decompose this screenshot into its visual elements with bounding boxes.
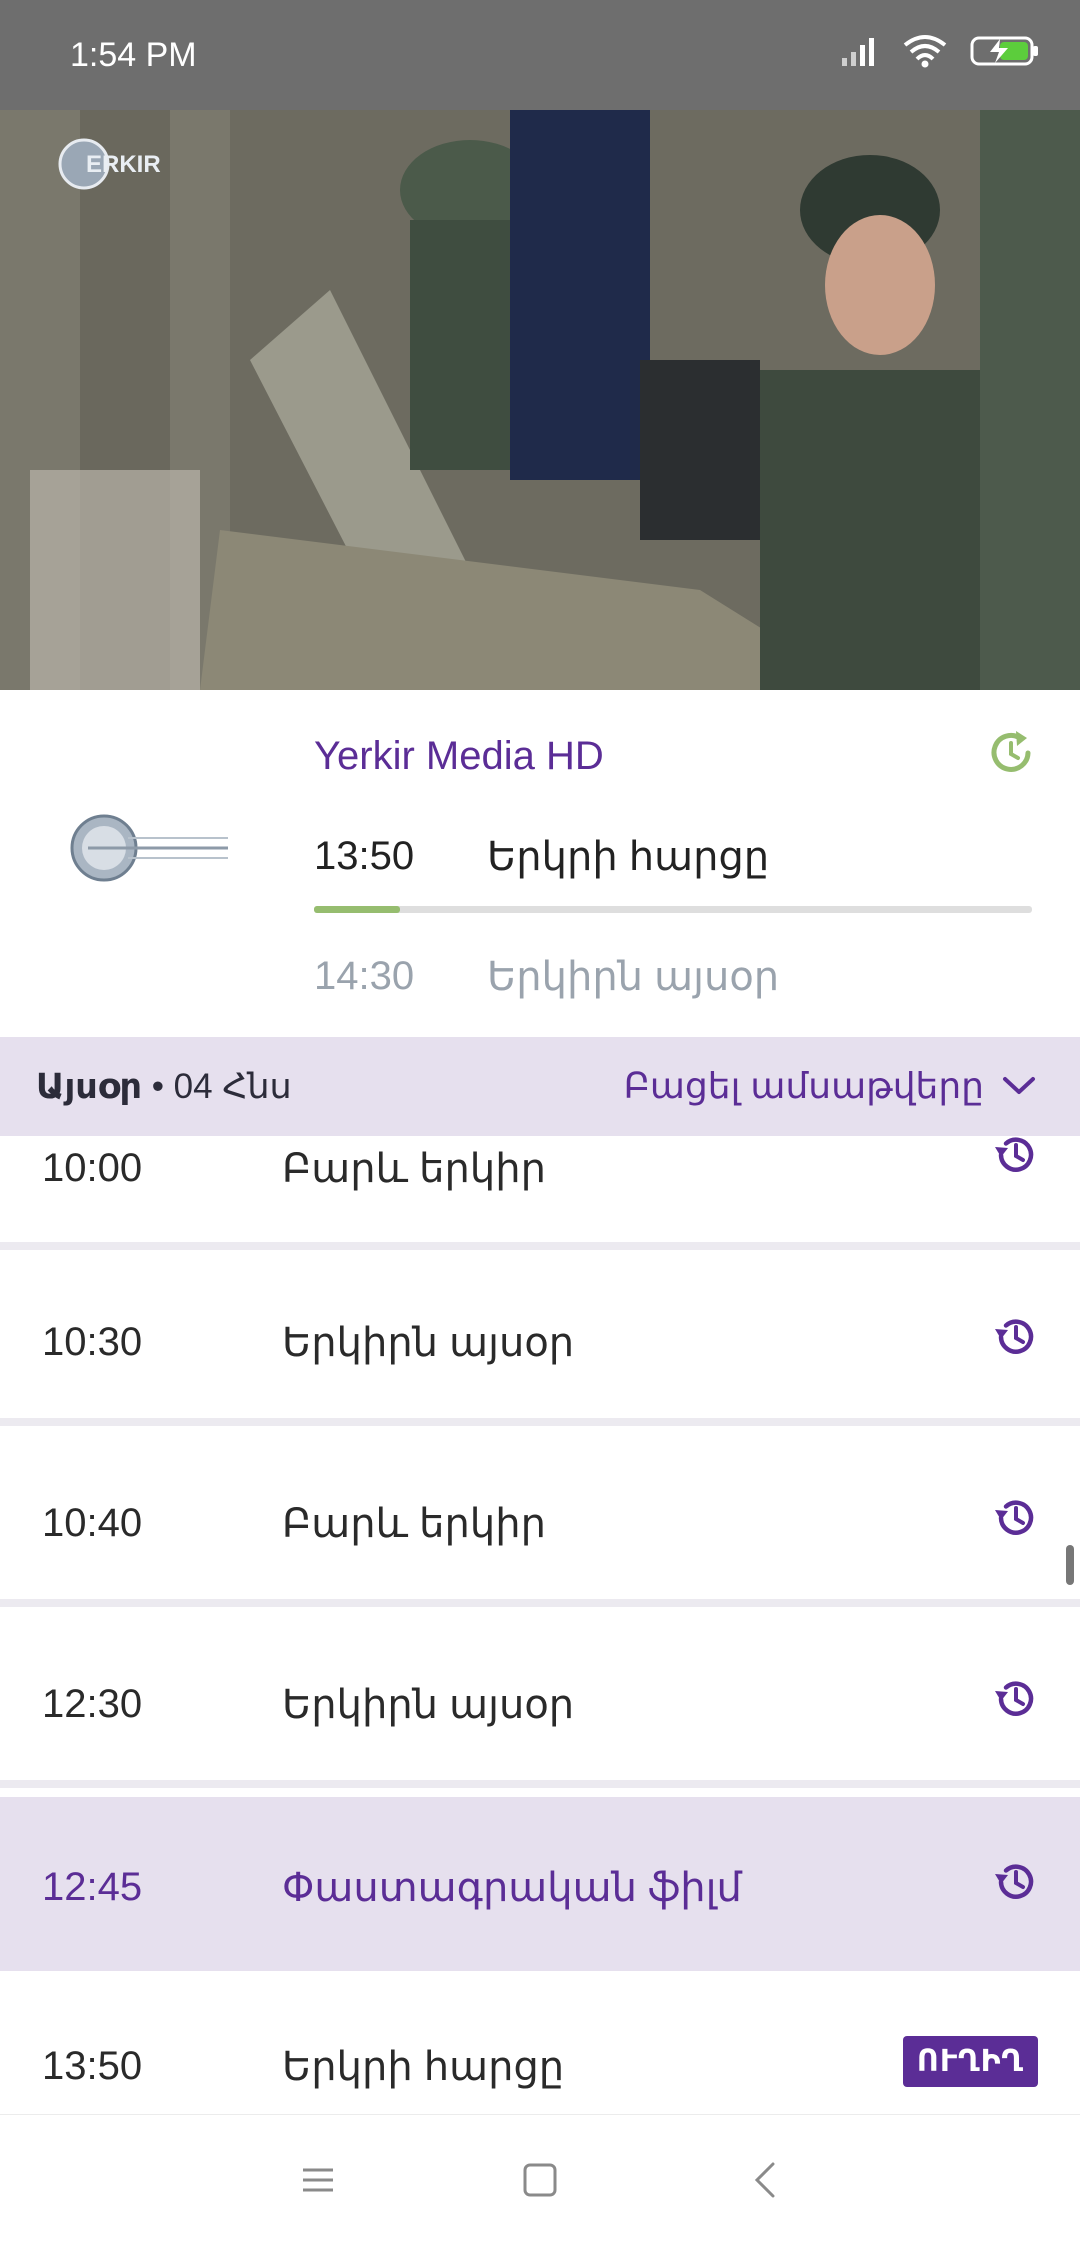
status-bar: 1:54 PM bbox=[0, 0, 1080, 110]
schedule-title: Երկիրն այսօր bbox=[282, 1683, 575, 1727]
channel-name: Yerkir Media HD bbox=[314, 734, 604, 778]
menu-icon[interactable] bbox=[293, 2155, 343, 2205]
day-date: • 04 Հնս bbox=[141, 1067, 292, 1106]
video-player[interactable]: ERKIR bbox=[0, 110, 1080, 690]
open-dates-button[interactable]: Բացել ամսաթվերը bbox=[624, 1065, 1036, 1107]
watermark-text: ERKIR bbox=[86, 151, 161, 178]
schedule-title: Երկիրն այսօր bbox=[282, 1321, 575, 1365]
history-icon[interactable] bbox=[990, 1857, 1040, 1907]
status-time: 1:54 PM bbox=[70, 36, 197, 74]
system-navigation-bar bbox=[0, 2114, 1080, 2245]
schedule-title: Բարև երկիր bbox=[282, 1502, 546, 1546]
schedule-time: 10:00 bbox=[42, 1146, 143, 1190]
schedule-row-current[interactable]: 12:45 Փաստագրական ֆիլմ bbox=[0, 1797, 1080, 1979]
schedule-row[interactable]: 10:00 Բարև երկիր bbox=[0, 1136, 1080, 1250]
schedule-row[interactable]: 10:40 Բարև երկիր bbox=[0, 1433, 1080, 1607]
schedule-row[interactable]: 10:30 Երկիրն այսօր bbox=[0, 1252, 1080, 1426]
schedule-date-bar: Այսօր • 04 Հնս Բացել ամսաթվերը bbox=[0, 1037, 1080, 1136]
signal-icon bbox=[842, 38, 874, 66]
open-dates-label: Բացել ամսաթվերը bbox=[623, 1065, 984, 1106]
channel-watermark-icon: ERKIR bbox=[58, 138, 161, 190]
schedule-list[interactable]: 10:00 Բարև երկիր 10:30 Երկիրն այսօր 10:40 Բար… bbox=[0, 1136, 1080, 2114]
next-program-time: 14:30 bbox=[314, 954, 415, 998]
history-icon[interactable] bbox=[990, 1674, 1040, 1724]
program-progress-fill bbox=[314, 906, 401, 913]
schedule-time: 12:45 bbox=[42, 1865, 143, 1909]
history-icon[interactable] bbox=[990, 1136, 1040, 1180]
now-playing-panel: Yerkir Media HD 13:50 Երկրի հարցը 14:30 … bbox=[0, 690, 1080, 1037]
schedule-row[interactable]: 13:50 Երկրի հարցը ՈՒՂԻՂ bbox=[0, 1978, 1080, 2114]
home-icon[interactable] bbox=[515, 2155, 565, 2205]
chevron-down-icon bbox=[1003, 1077, 1035, 1094]
schedule-title: Երկրի հարցը bbox=[282, 2045, 565, 2089]
schedule-title: Բարև երկիր bbox=[282, 1147, 546, 1191]
schedule-time: 12:30 bbox=[42, 1682, 143, 1726]
history-icon[interactable] bbox=[990, 1493, 1040, 1543]
schedule-time: 13:50 bbox=[42, 2044, 143, 2088]
restart-icon[interactable] bbox=[984, 726, 1038, 780]
battery-charging-icon bbox=[970, 36, 1038, 66]
date-label: Այսօր • 04 Հնս bbox=[36, 1067, 292, 1107]
schedule-time: 10:40 bbox=[42, 1501, 143, 1545]
next-program-title: Երկիրն այսօր bbox=[487, 955, 780, 999]
schedule-row[interactable]: 12:30 Երկիրն այսօր bbox=[0, 1614, 1080, 1788]
schedule-title: Փաստագրական ֆիլմ bbox=[282, 1866, 742, 1910]
day-name: Այսօր bbox=[36, 1067, 142, 1106]
channel-logo-icon bbox=[70, 814, 228, 882]
program-progress-bar bbox=[314, 906, 1032, 913]
current-program-time: 13:50 bbox=[314, 834, 415, 878]
history-icon[interactable] bbox=[990, 1312, 1040, 1362]
back-icon[interactable] bbox=[741, 2155, 791, 2205]
scrollbar-thumb[interactable] bbox=[1066, 1545, 1074, 1585]
live-badge: ՈՒՂԻՂ bbox=[902, 2036, 1038, 2087]
schedule-time: 10:30 bbox=[42, 1320, 143, 1364]
status-icons bbox=[840, 34, 1040, 68]
current-program-title: Երկրի հարցը bbox=[487, 835, 770, 879]
video-frame bbox=[0, 110, 1080, 690]
wifi-icon bbox=[903, 35, 947, 68]
